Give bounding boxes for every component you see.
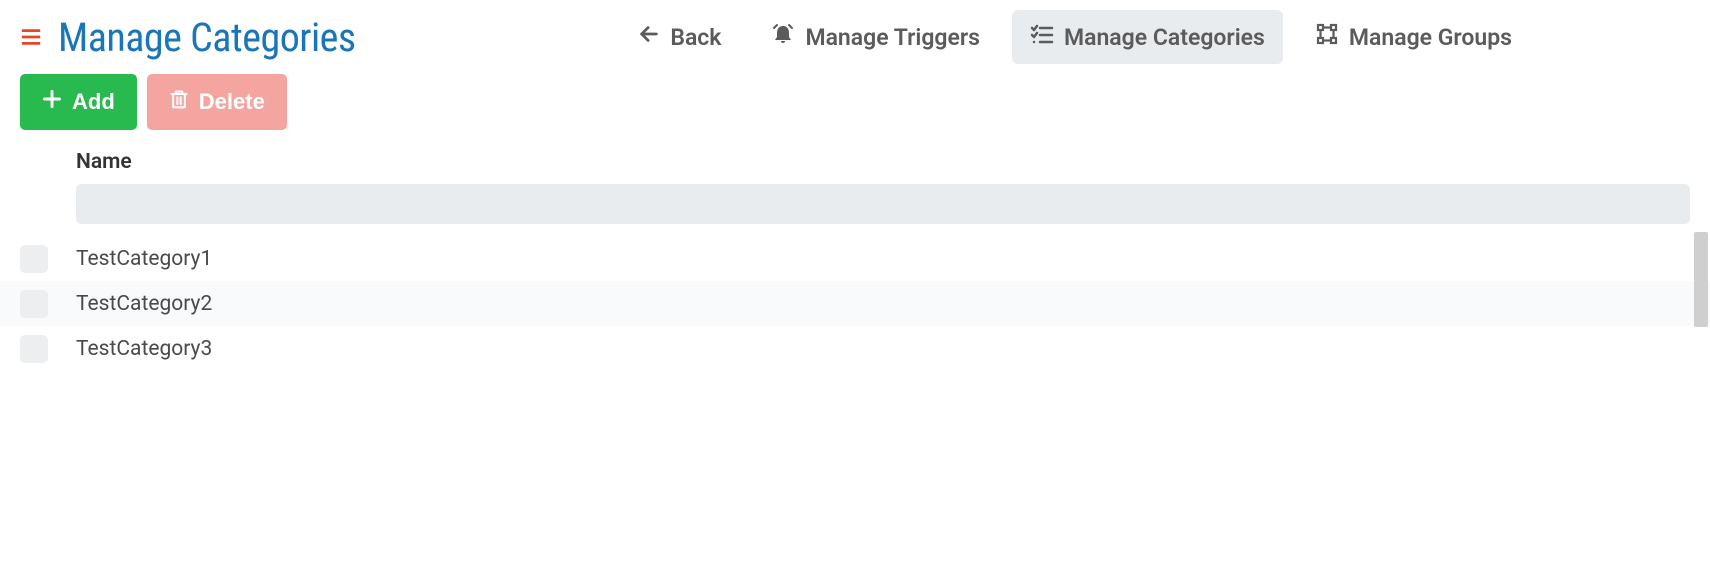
table-body: TestCategory1 TestCategory2 TestCategory…: [0, 236, 1710, 371]
group-icon: [1315, 22, 1339, 52]
list-check-icon: [1030, 22, 1054, 52]
plus-icon: [42, 89, 62, 115]
nav-triggers[interactable]: Manage Triggers: [753, 10, 998, 64]
back-arrow-icon: [638, 23, 660, 51]
page-title: Manage Categories: [58, 14, 356, 61]
nav-triggers-label: Manage Triggers: [805, 24, 980, 51]
row-name: TestCategory1: [76, 247, 212, 271]
nav-back-label: Back: [670, 24, 721, 51]
top-nav: Back Manage Triggers: [620, 10, 1690, 64]
table-header: Name: [20, 144, 1690, 184]
toolbar: Add Delete: [0, 64, 1710, 144]
delete-button[interactable]: Delete: [147, 74, 287, 130]
row-checkbox[interactable]: [20, 335, 48, 363]
nav-groups-label: Manage Groups: [1349, 24, 1512, 51]
trash-icon: [169, 88, 189, 116]
row-checkbox[interactable]: [20, 245, 48, 273]
name-filter-input[interactable]: [76, 184, 1690, 224]
nav-categories[interactable]: Manage Categories: [1012, 10, 1283, 64]
hamburger-icon[interactable]: [20, 26, 42, 48]
nav-groups[interactable]: Manage Groups: [1297, 10, 1530, 64]
nav-back[interactable]: Back: [620, 11, 739, 63]
row-checkbox[interactable]: [20, 290, 48, 318]
table-row[interactable]: TestCategory3: [0, 326, 1710, 371]
filter-row: [20, 184, 1690, 236]
vertical-scrollbar[interactable]: [1694, 232, 1708, 327]
nav-categories-label: Manage Categories: [1064, 24, 1265, 51]
add-button-label: Add: [72, 89, 115, 115]
table-row[interactable]: TestCategory1: [0, 236, 1710, 281]
table-row[interactable]: TestCategory2: [0, 281, 1710, 326]
row-name: TestCategory2: [76, 292, 212, 316]
column-header-name[interactable]: Name: [76, 150, 132, 174]
categories-table: Name TestCategory1 TestCategory2: [0, 144, 1710, 371]
bell-icon: [771, 22, 795, 52]
header: Manage Categories Back Manage Triggers: [0, 0, 1710, 64]
row-name: TestCategory3: [76, 337, 212, 361]
add-button[interactable]: Add: [20, 74, 137, 130]
delete-button-label: Delete: [199, 89, 265, 115]
